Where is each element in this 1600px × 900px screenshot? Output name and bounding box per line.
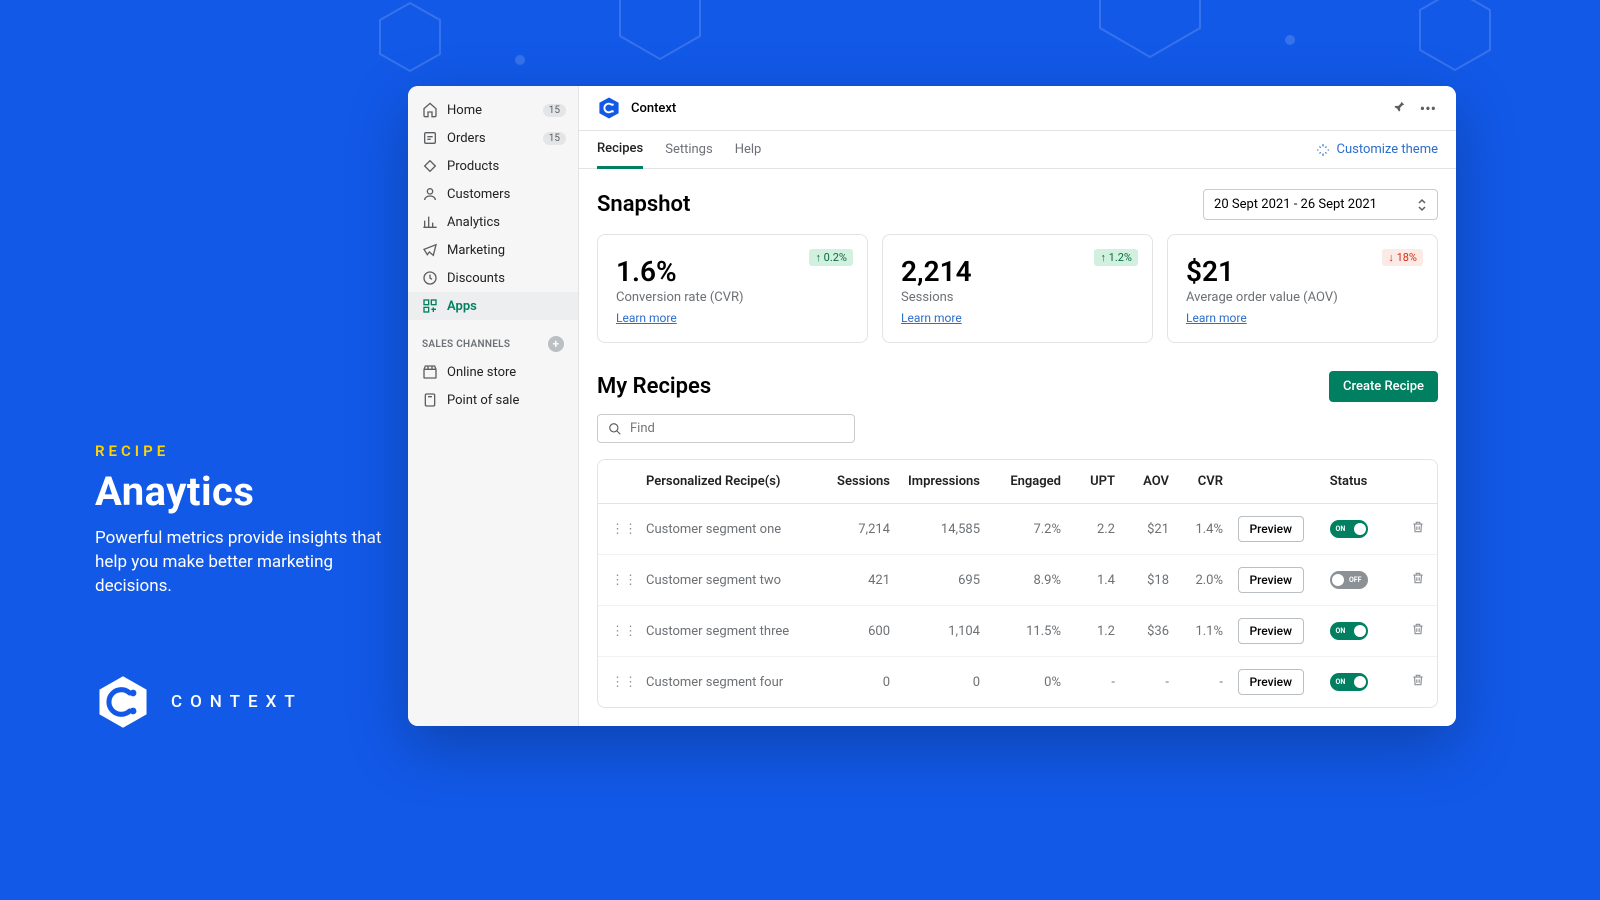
context-hex-icon (95, 674, 151, 730)
create-recipe-button[interactable]: Create Recipe (1329, 371, 1438, 402)
delete-icon[interactable] (1389, 520, 1429, 538)
recipes-table: Personalized Recipe(s) Sessions Impressi… (597, 459, 1438, 708)
table-header: Personalized Recipe(s) Sessions Impressi… (598, 460, 1437, 504)
recipes-title: My Recipes (597, 374, 711, 399)
status-toggle[interactable]: ON (1330, 520, 1368, 538)
snapshot-card: ↓ 18%$21Average order value (AOV)Learn m… (1167, 234, 1438, 343)
table-row: ⋮⋮Customer segment one7,21414,5857.2%2.2… (598, 504, 1437, 555)
recipe-name: Customer segment four (642, 675, 813, 690)
home-icon (422, 102, 438, 118)
table-row: ⋮⋮Customer segment two4216958.9%1.4$182.… (598, 555, 1437, 606)
snapshot-card: ↑ 0.2%1.6%Conversion rate (CVR)Learn mor… (597, 234, 868, 343)
sidebar-item-discounts[interactable]: Discounts (408, 264, 578, 292)
pin-icon[interactable] (1390, 97, 1408, 120)
delete-icon[interactable] (1389, 673, 1429, 691)
badge: 15 (543, 132, 566, 145)
drag-handle-icon[interactable]: ⋮⋮ (606, 675, 642, 690)
tab-settings[interactable]: Settings (665, 132, 712, 167)
topbar: Context ••• (579, 86, 1456, 131)
sidebar: Home15Orders15ProductsCustomersAnalytics… (408, 86, 578, 726)
preview-button[interactable]: Preview (1238, 567, 1305, 593)
table-row: ⋮⋮Customer segment four000%---PreviewON (598, 657, 1437, 707)
metric-label: Average order value (AOV) (1186, 290, 1419, 305)
promo-title: Anaytics (95, 468, 395, 515)
sidebar-item-home[interactable]: Home15 (408, 96, 578, 124)
tabbar: Recipes Settings Help Customize theme (579, 131, 1456, 169)
customers-icon (422, 186, 438, 202)
sidebar-item-apps[interactable]: Apps (408, 292, 578, 320)
customize-theme-link[interactable]: Customize theme (1316, 142, 1438, 157)
content-area: Snapshot 20 Sept 2021 - 26 Sept 2021 ↑ 0… (579, 169, 1456, 726)
marketing-icon (422, 242, 438, 258)
recipe-name: Customer segment three (642, 624, 813, 639)
change-badge: ↑ 1.2% (1094, 249, 1138, 266)
analytics-icon (422, 214, 438, 230)
badge: 15 (543, 104, 566, 117)
recipe-name: Customer segment two (642, 573, 813, 588)
learn-more-link[interactable]: Learn more (901, 311, 962, 325)
status-toggle[interactable]: OFF (1330, 571, 1368, 589)
tab-help[interactable]: Help (735, 132, 762, 167)
delete-icon[interactable] (1389, 571, 1429, 589)
main-panel: Context ••• Recipes Settings Help Custom… (578, 86, 1456, 726)
metric-label: Sessions (901, 290, 1134, 305)
sidebar-item-analytics[interactable]: Analytics (408, 208, 578, 236)
discounts-icon (422, 270, 438, 286)
drag-handle-icon[interactable]: ⋮⋮ (606, 624, 642, 639)
drag-handle-icon[interactable]: ⋮⋮ (606, 573, 642, 588)
more-menu-icon[interactable]: ••• (1418, 97, 1438, 120)
store-icon (422, 364, 438, 380)
channel-point-of-sale[interactable]: Point of sale (408, 386, 578, 414)
status-toggle[interactable]: ON (1330, 622, 1368, 640)
preview-button[interactable]: Preview (1238, 618, 1305, 644)
promo-block: RECIPE Anaytics Powerful metrics provide… (95, 442, 395, 598)
promo-kicker: RECIPE (95, 442, 395, 460)
sidebar-item-orders[interactable]: Orders15 (408, 124, 578, 152)
snapshot-card: ↑ 1.2%2,214SessionsLearn more (882, 234, 1153, 343)
app-window: Home15Orders15ProductsCustomersAnalytics… (408, 86, 1456, 726)
table-row: ⋮⋮Customer segment three6001,10411.5%1.2… (598, 606, 1437, 657)
learn-more-link[interactable]: Learn more (616, 311, 677, 325)
sidebar-item-marketing[interactable]: Marketing (408, 236, 578, 264)
change-badge: ↓ 18% (1382, 249, 1423, 266)
tab-recipes[interactable]: Recipes (597, 131, 643, 169)
search-icon (608, 422, 622, 436)
sidebar-item-products[interactable]: Products (408, 152, 578, 180)
snapshot-title: Snapshot (597, 192, 690, 217)
sidebar-item-customers[interactable]: Customers (408, 180, 578, 208)
orders-icon (422, 130, 438, 146)
store-icon (422, 392, 438, 408)
channel-online-store[interactable]: Online store (408, 358, 578, 386)
preview-button[interactable]: Preview (1238, 516, 1305, 542)
products-icon (422, 158, 438, 174)
add-channel-button[interactable]: + (548, 336, 564, 352)
search-input[interactable] (630, 421, 844, 436)
app-icon (597, 96, 621, 120)
app-title: Context (631, 101, 1380, 116)
brand-logo: CONTEXT (95, 674, 303, 730)
metric-label: Conversion rate (CVR) (616, 290, 849, 305)
learn-more-link[interactable]: Learn more (1186, 311, 1247, 325)
select-arrows-icon (1417, 198, 1427, 212)
drag-handle-icon[interactable]: ⋮⋮ (606, 522, 642, 537)
sparkle-icon (1316, 143, 1330, 157)
promo-body: Powerful metrics provide insights that h… (95, 527, 395, 598)
change-badge: ↑ 0.2% (809, 249, 853, 266)
recipe-name: Customer segment one (642, 522, 813, 537)
status-toggle[interactable]: ON (1330, 673, 1368, 691)
date-range-picker[interactable]: 20 Sept 2021 - 26 Sept 2021 (1203, 189, 1438, 220)
delete-icon[interactable] (1389, 622, 1429, 640)
preview-button[interactable]: Preview (1238, 669, 1305, 695)
search-box[interactable] (597, 414, 855, 443)
apps-icon (422, 298, 438, 314)
brand-name: CONTEXT (171, 692, 303, 712)
sidebar-section-header: SALES CHANNELS + (408, 320, 578, 358)
